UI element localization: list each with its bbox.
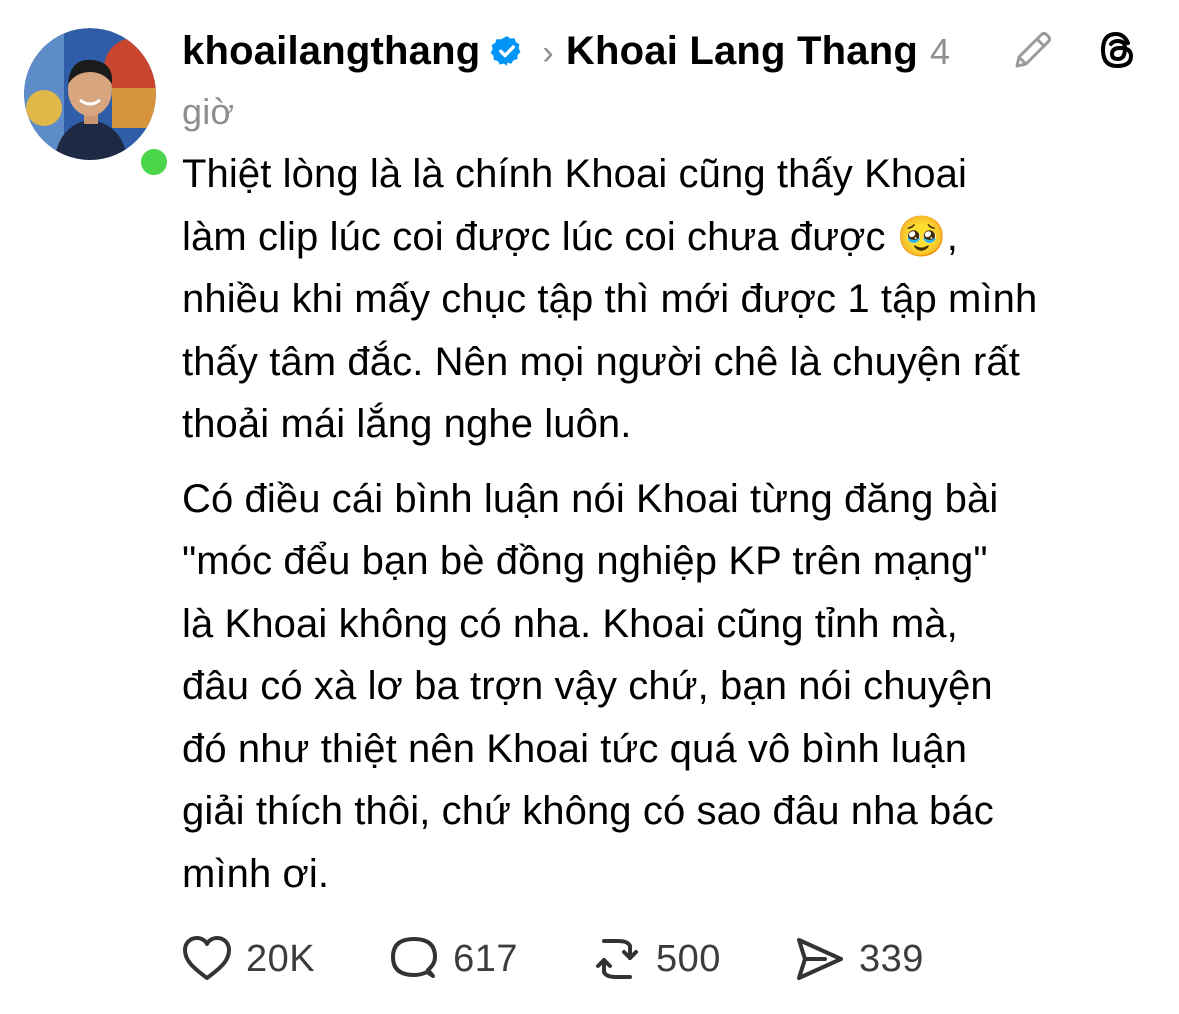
profile-photo bbox=[24, 28, 156, 160]
heart-icon bbox=[183, 936, 231, 980]
topic-tag[interactable]: Khoai Lang Thang bbox=[566, 29, 918, 73]
share-count: 339 bbox=[858, 937, 924, 980]
repost-button[interactable]: 500 bbox=[590, 932, 721, 986]
post-paragraph: Có điều cái bình luận nói Khoai từng đăn… bbox=[182, 476, 999, 896]
top-actions bbox=[1009, 26, 1141, 74]
verified-badge-icon bbox=[491, 36, 521, 66]
comment-icon bbox=[391, 937, 438, 978]
comment-button[interactable]: 617 bbox=[387, 932, 518, 986]
chevron-right-icon: › bbox=[542, 34, 554, 72]
share-button[interactable]: 339 bbox=[793, 932, 924, 986]
comment-count: 617 bbox=[453, 937, 519, 980]
post-paragraph: Thiệt lòng là là chính Khoai cũng thấy K… bbox=[182, 152, 1038, 446]
avatar[interactable] bbox=[24, 28, 172, 180]
repost-icon bbox=[596, 939, 639, 979]
post-body: Thiệt lòng là là chính Khoai cũng thấy K… bbox=[182, 143, 1157, 917]
username[interactable]: khoailangthang bbox=[182, 29, 480, 73]
threads-logo-icon[interactable] bbox=[1093, 26, 1141, 74]
pencil-icon[interactable] bbox=[1009, 26, 1057, 74]
post-actions: 20K 617 500 339 bbox=[180, 932, 996, 986]
like-button[interactable]: 20K bbox=[180, 932, 315, 986]
threads-post: khoailangthang › Khoai Lang Thang 4 giờ Th… bbox=[0, 0, 1179, 1014]
like-count: 20K bbox=[246, 937, 316, 980]
repost-count: 500 bbox=[656, 937, 721, 980]
online-status-dot bbox=[136, 144, 172, 180]
share-icon bbox=[796, 938, 843, 980]
post-header: khoailangthang › Khoai Lang Thang 4 giờ bbox=[182, 22, 1002, 141]
